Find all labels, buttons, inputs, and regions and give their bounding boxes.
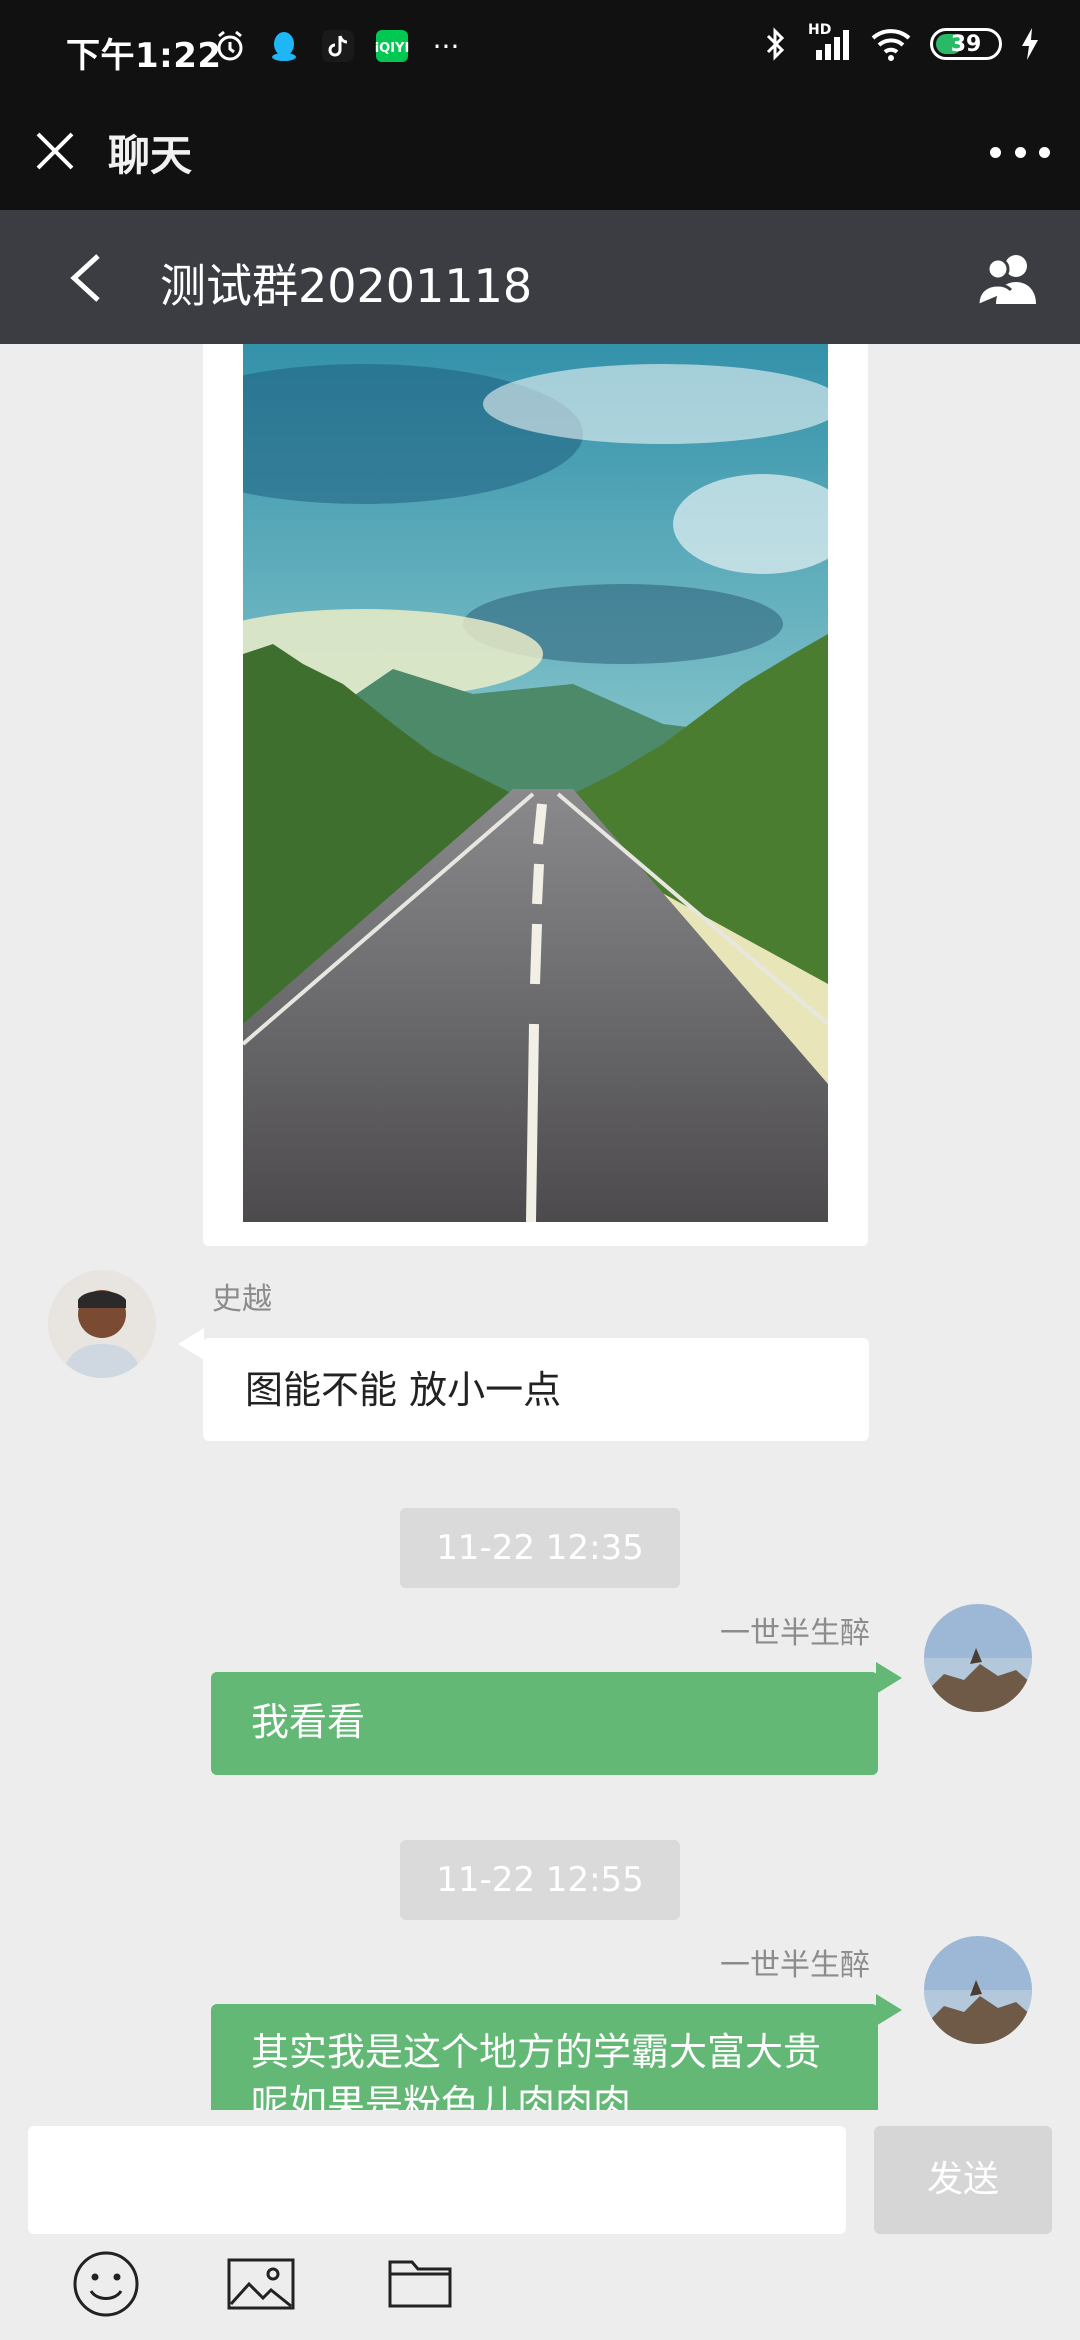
bubble-tail: [178, 1328, 204, 1360]
message-input[interactable]: [28, 2126, 846, 2234]
charging-icon: [1022, 28, 1038, 60]
wifi-icon: [871, 29, 911, 61]
status-time: 下午1:22: [66, 36, 222, 76]
chat-area[interactable]: 史越 图能不能 放小一点 11-22 12:35 一世半生醉 我看看 11-22…: [0, 344, 1080, 2110]
send-button[interactable]: 发送: [874, 2126, 1052, 2234]
outgoing-message[interactable]: 其实我是这个地方的学霸大富大贵呢如果是粉色儿肉肉肉: [211, 2004, 878, 2110]
bluetooth-icon: [766, 27, 785, 61]
qq-icon: [272, 32, 296, 61]
system-icons: HD 39: [762, 22, 1040, 62]
group-header: 测试群20201118: [0, 210, 1080, 344]
bubble-tail: [876, 1662, 902, 1694]
message-timestamp: 11-22 12:55: [400, 1840, 680, 1920]
message-timestamp: 11-22 12:35: [400, 1508, 680, 1588]
image-message[interactable]: [203, 344, 868, 1246]
sender-name: 史越: [212, 1282, 272, 1317]
group-members-icon[interactable]: [974, 252, 1044, 308]
sender-name: 一世半生醉: [720, 1616, 870, 1651]
avatar-shiyue[interactable]: [48, 1270, 156, 1378]
group-title: 测试群20201118: [160, 259, 533, 313]
road-landscape-photo[interactable]: [243, 344, 828, 1222]
incoming-message[interactable]: 图能不能 放小一点: [203, 1338, 869, 1441]
more-options-button[interactable]: [990, 132, 1050, 172]
signal-icon: HD: [808, 22, 852, 62]
emoji-icon[interactable]: [70, 2248, 142, 2320]
alarm-icon: [217, 30, 243, 61]
avatar-yishibanshengzui[interactable]: [924, 1604, 1032, 1712]
status-bar: 下午1:22 iQIYI ··· HD 39: [0, 0, 1080, 100]
image-icon[interactable]: [225, 2248, 297, 2320]
outgoing-message[interactable]: 我看看: [211, 1672, 878, 1775]
battery-indicator: 39: [930, 28, 1002, 60]
close-icon[interactable]: [30, 126, 80, 176]
avatar-yishibanshengzui[interactable]: [924, 1936, 1032, 2044]
notification-icons: iQIYI ···: [212, 28, 464, 64]
more-notifications-icon: ···: [432, 29, 460, 63]
iqiyi-icon: iQIYI: [375, 30, 410, 62]
bubble-tail: [876, 1994, 902, 2026]
back-arrow-icon[interactable]: [62, 250, 112, 306]
app-header: 聊天: [0, 100, 1080, 210]
composer: 发送: [0, 2110, 1080, 2340]
page-title: 聊天: [108, 131, 193, 180]
sender-name: 一世半生醉: [720, 1948, 870, 1983]
svg-text:iQIYI: iQIYI: [375, 41, 410, 56]
folder-icon[interactable]: [384, 2248, 456, 2320]
tiktok-icon: [322, 30, 354, 62]
